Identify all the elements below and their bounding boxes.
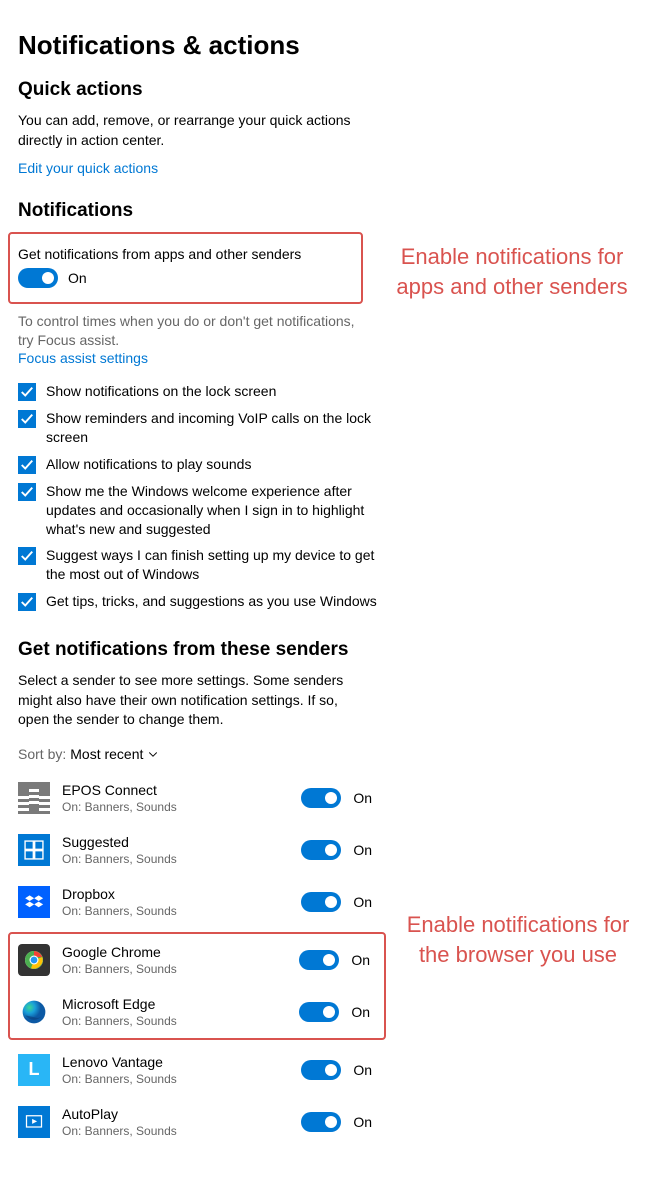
checkbox-row[interactable]: Show reminders and incoming VoIP calls o… (18, 409, 388, 447)
check-icon (18, 547, 36, 565)
sender-row-dropbox[interactable]: Dropbox On: Banners, Sounds On (18, 876, 378, 928)
sender-sub: On: Banners, Sounds (62, 904, 289, 918)
edge-icon (18, 996, 50, 1028)
check-icon (18, 410, 36, 428)
sender-row-chrome[interactable]: Google Chrome On: Banners, Sounds On (18, 934, 376, 986)
sender-toggle[interactable] (301, 1060, 341, 1080)
quick-actions-desc: You can add, remove, or rearrange your q… (18, 111, 368, 150)
sender-toggle-state: On (353, 894, 372, 910)
sender-toggle[interactable] (299, 1002, 339, 1022)
checkbox-label: Show notifications on the lock screen (46, 382, 276, 401)
sender-toggle-state: On (351, 952, 370, 968)
notification-options-list: Show notifications on the lock screen Sh… (18, 382, 388, 611)
sender-toggle-state: On (353, 1062, 372, 1078)
sender-name: AutoPlay (62, 1106, 289, 1122)
sender-toggle-state: On (353, 790, 372, 806)
checkbox-label: Show me the Windows welcome experience a… (46, 482, 388, 539)
check-icon (18, 383, 36, 401)
sort-dropdown[interactable]: Sort by: Most recent (18, 746, 388, 762)
sender-toggle[interactable] (301, 892, 341, 912)
sender-toggle-state: On (351, 1004, 370, 1020)
check-icon (18, 483, 36, 501)
checkbox-row[interactable]: Allow notifications to play sounds (18, 455, 388, 474)
checkbox-row[interactable]: Show notifications on the lock screen (18, 382, 388, 401)
checkbox-label: Suggest ways I can finish setting up my … (46, 546, 388, 584)
sender-name: Dropbox (62, 886, 289, 902)
senders-desc: Select a sender to see more settings. So… (18, 671, 368, 730)
sender-sub: On: Banners, Sounds (62, 1124, 289, 1138)
sender-sub: On: Banners, Sounds (62, 800, 289, 814)
sender-toggle[interactable] (299, 950, 339, 970)
check-icon (18, 456, 36, 474)
edit-quick-actions-link[interactable]: Edit your quick actions (18, 160, 158, 176)
master-toggle-state: On (68, 270, 87, 286)
checkbox-row[interactable]: Get tips, tricks, and suggestions as you… (18, 592, 388, 611)
sender-toggle[interactable] (301, 1112, 341, 1132)
sender-toggle[interactable] (301, 788, 341, 808)
page-title: Notifications & actions (18, 30, 388, 61)
senders-heading: Get notifications from these senders (18, 639, 388, 661)
sender-name: Suggested (62, 834, 289, 850)
suggested-icon (18, 834, 50, 866)
master-toggle-highlight: Get notifications from apps and other se… (8, 232, 363, 304)
checkbox-label: Allow notifications to play sounds (46, 455, 251, 474)
epos-icon (18, 782, 50, 814)
sort-label: Sort by: (18, 746, 66, 762)
sender-name: Google Chrome (62, 944, 287, 960)
check-icon (18, 593, 36, 611)
checkbox-label: Show reminders and incoming VoIP calls o… (46, 409, 388, 447)
dropbox-icon (18, 886, 50, 918)
sender-toggle-state: On (353, 1114, 372, 1130)
quick-actions-heading: Quick actions (18, 79, 388, 101)
sender-sub: On: Banners, Sounds (62, 1014, 287, 1028)
checkbox-label: Get tips, tricks, and suggestions as you… (46, 592, 377, 611)
lenovo-icon: L (18, 1054, 50, 1086)
chrome-icon (18, 944, 50, 976)
annotation-1: Enable notifications for apps and other … (392, 242, 632, 301)
checkbox-row[interactable]: Show me the Windows welcome experience a… (18, 482, 388, 539)
sender-row-suggested[interactable]: Suggested On: Banners, Sounds On (18, 824, 378, 876)
sender-list: EPOS Connect On: Banners, Sounds On Sugg… (18, 772, 378, 1148)
sender-toggle-state: On (353, 842, 372, 858)
sender-name: Lenovo Vantage (62, 1054, 289, 1070)
browser-highlight: Google Chrome On: Banners, Sounds On Mic… (8, 932, 386, 1040)
sender-row-edge[interactable]: Microsoft Edge On: Banners, Sounds On (18, 986, 376, 1038)
notifications-heading: Notifications (18, 200, 388, 222)
annotation-2: Enable notifications for the browser you… (398, 910, 638, 969)
autoplay-icon (18, 1106, 50, 1138)
sender-sub: On: Banners, Sounds (62, 962, 287, 976)
chevron-down-icon (147, 748, 159, 760)
sender-row-epos[interactable]: EPOS Connect On: Banners, Sounds On (18, 772, 378, 824)
sort-value: Most recent (70, 746, 143, 762)
sender-sub: On: Banners, Sounds (62, 1072, 289, 1086)
master-toggle-label: Get notifications from apps and other se… (18, 246, 353, 262)
master-toggle[interactable] (18, 268, 58, 288)
sender-sub: On: Banners, Sounds (62, 852, 289, 866)
checkbox-row[interactable]: Suggest ways I can finish setting up my … (18, 546, 388, 584)
focus-assist-link[interactable]: Focus assist settings (18, 350, 148, 366)
sender-name: Microsoft Edge (62, 996, 287, 1012)
focus-assist-desc: To control times when you do or don't ge… (18, 312, 368, 350)
sender-row-autoplay[interactable]: AutoPlay On: Banners, Sounds On (18, 1096, 378, 1148)
sender-name: EPOS Connect (62, 782, 289, 798)
sender-row-lenovo[interactable]: L Lenovo Vantage On: Banners, Sounds On (18, 1044, 378, 1096)
sender-toggle[interactable] (301, 840, 341, 860)
